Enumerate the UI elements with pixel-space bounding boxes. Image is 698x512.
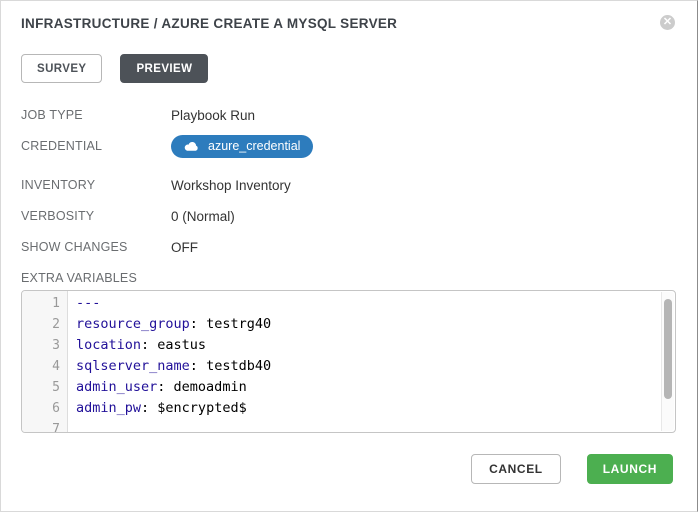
line-number: 4 [22, 356, 68, 377]
launch-button[interactable]: LAUNCH [587, 454, 673, 484]
tab-preview[interactable]: PREVIEW [120, 54, 208, 83]
job-type-value: Playbook Run [171, 108, 255, 123]
code-line: 2 resource_group: testrg40 [22, 314, 675, 335]
field-row-credential: CREDENTIAL azure_credential [21, 139, 677, 158]
field-row-inventory: INVENTORY Workshop Inventory [21, 178, 677, 193]
line-number: 5 [22, 377, 68, 398]
close-icon[interactable]: ✕ [660, 15, 675, 30]
inventory-label: INVENTORY [21, 178, 171, 193]
yaml-value: testrg40 [206, 316, 271, 332]
extra-variables-label: EXTRA VARIABLES [21, 271, 677, 286]
yaml-value: testdb40 [206, 358, 271, 374]
tab-survey[interactable]: SURVEY [21, 54, 102, 83]
cancel-button[interactable]: CANCEL [471, 454, 561, 484]
modal-header: INFRASTRUCTURE / AZURE CREATE A MYSQL SE… [21, 15, 677, 33]
show-changes-label: SHOW CHANGES [21, 240, 171, 255]
editor-scrollbar-thumb[interactable] [664, 299, 672, 399]
code-line: 5 admin_user: demoadmin [22, 377, 675, 398]
field-row-job-type: JOB TYPE Playbook Run [21, 108, 677, 123]
extra-variables-editor[interactable]: 1 --- 2 resource_group: testrg40 3 locat… [21, 290, 676, 433]
editor-scrollbar-track[interactable] [661, 292, 674, 431]
line-number: 7 [22, 419, 68, 433]
code-line: 7 [22, 419, 675, 433]
cloud-icon [184, 141, 199, 152]
yaml-key: sqlserver_name [76, 358, 190, 374]
field-list: JOB TYPE Playbook Run CREDENTIAL azure_c… [21, 108, 677, 255]
yaml-key: admin_user [76, 379, 157, 395]
line-number: 1 [22, 293, 68, 314]
code-line: 4 sqlserver_name: testdb40 [22, 356, 675, 377]
code-line: 3 location: eastus [22, 335, 675, 356]
line-number: 2 [22, 314, 68, 335]
credential-label: CREDENTIAL [21, 139, 171, 154]
job-type-label: JOB TYPE [21, 108, 171, 123]
field-row-show-changes: SHOW CHANGES OFF [21, 240, 677, 255]
field-row-verbosity: VERBOSITY 0 (Normal) [21, 209, 677, 224]
yaml-key: location [76, 337, 141, 353]
tab-bar: SURVEY PREVIEW [21, 54, 677, 83]
yaml-key: admin_pw [76, 400, 141, 416]
editor-code: 1 --- 2 resource_group: testrg40 3 locat… [22, 291, 675, 433]
credential-badge-label: azure_credential [208, 135, 300, 158]
code-line: 6 admin_pw: $encrypted$ [22, 398, 675, 419]
yaml-value: eastus [157, 337, 206, 353]
line-number: 6 [22, 398, 68, 419]
yaml-value: demoadmin [174, 379, 247, 395]
credential-badge[interactable]: azure_credential [171, 135, 313, 158]
job-launch-preview-modal: INFRASTRUCTURE / AZURE CREATE A MYSQL SE… [1, 1, 697, 511]
code-line: 1 --- [22, 293, 675, 314]
verbosity-value: 0 (Normal) [171, 209, 235, 224]
show-changes-value: OFF [171, 240, 198, 255]
yaml-doc-start: --- [76, 295, 100, 311]
modal-footer: CANCEL LAUNCH [471, 454, 673, 484]
page-title: INFRASTRUCTURE / AZURE CREATE A MYSQL SE… [21, 15, 677, 33]
line-number: 3 [22, 335, 68, 356]
verbosity-label: VERBOSITY [21, 209, 171, 224]
yaml-key: resource_group [76, 316, 190, 332]
yaml-value: $encrypted$ [157, 400, 246, 416]
inventory-value: Workshop Inventory [171, 178, 291, 193]
